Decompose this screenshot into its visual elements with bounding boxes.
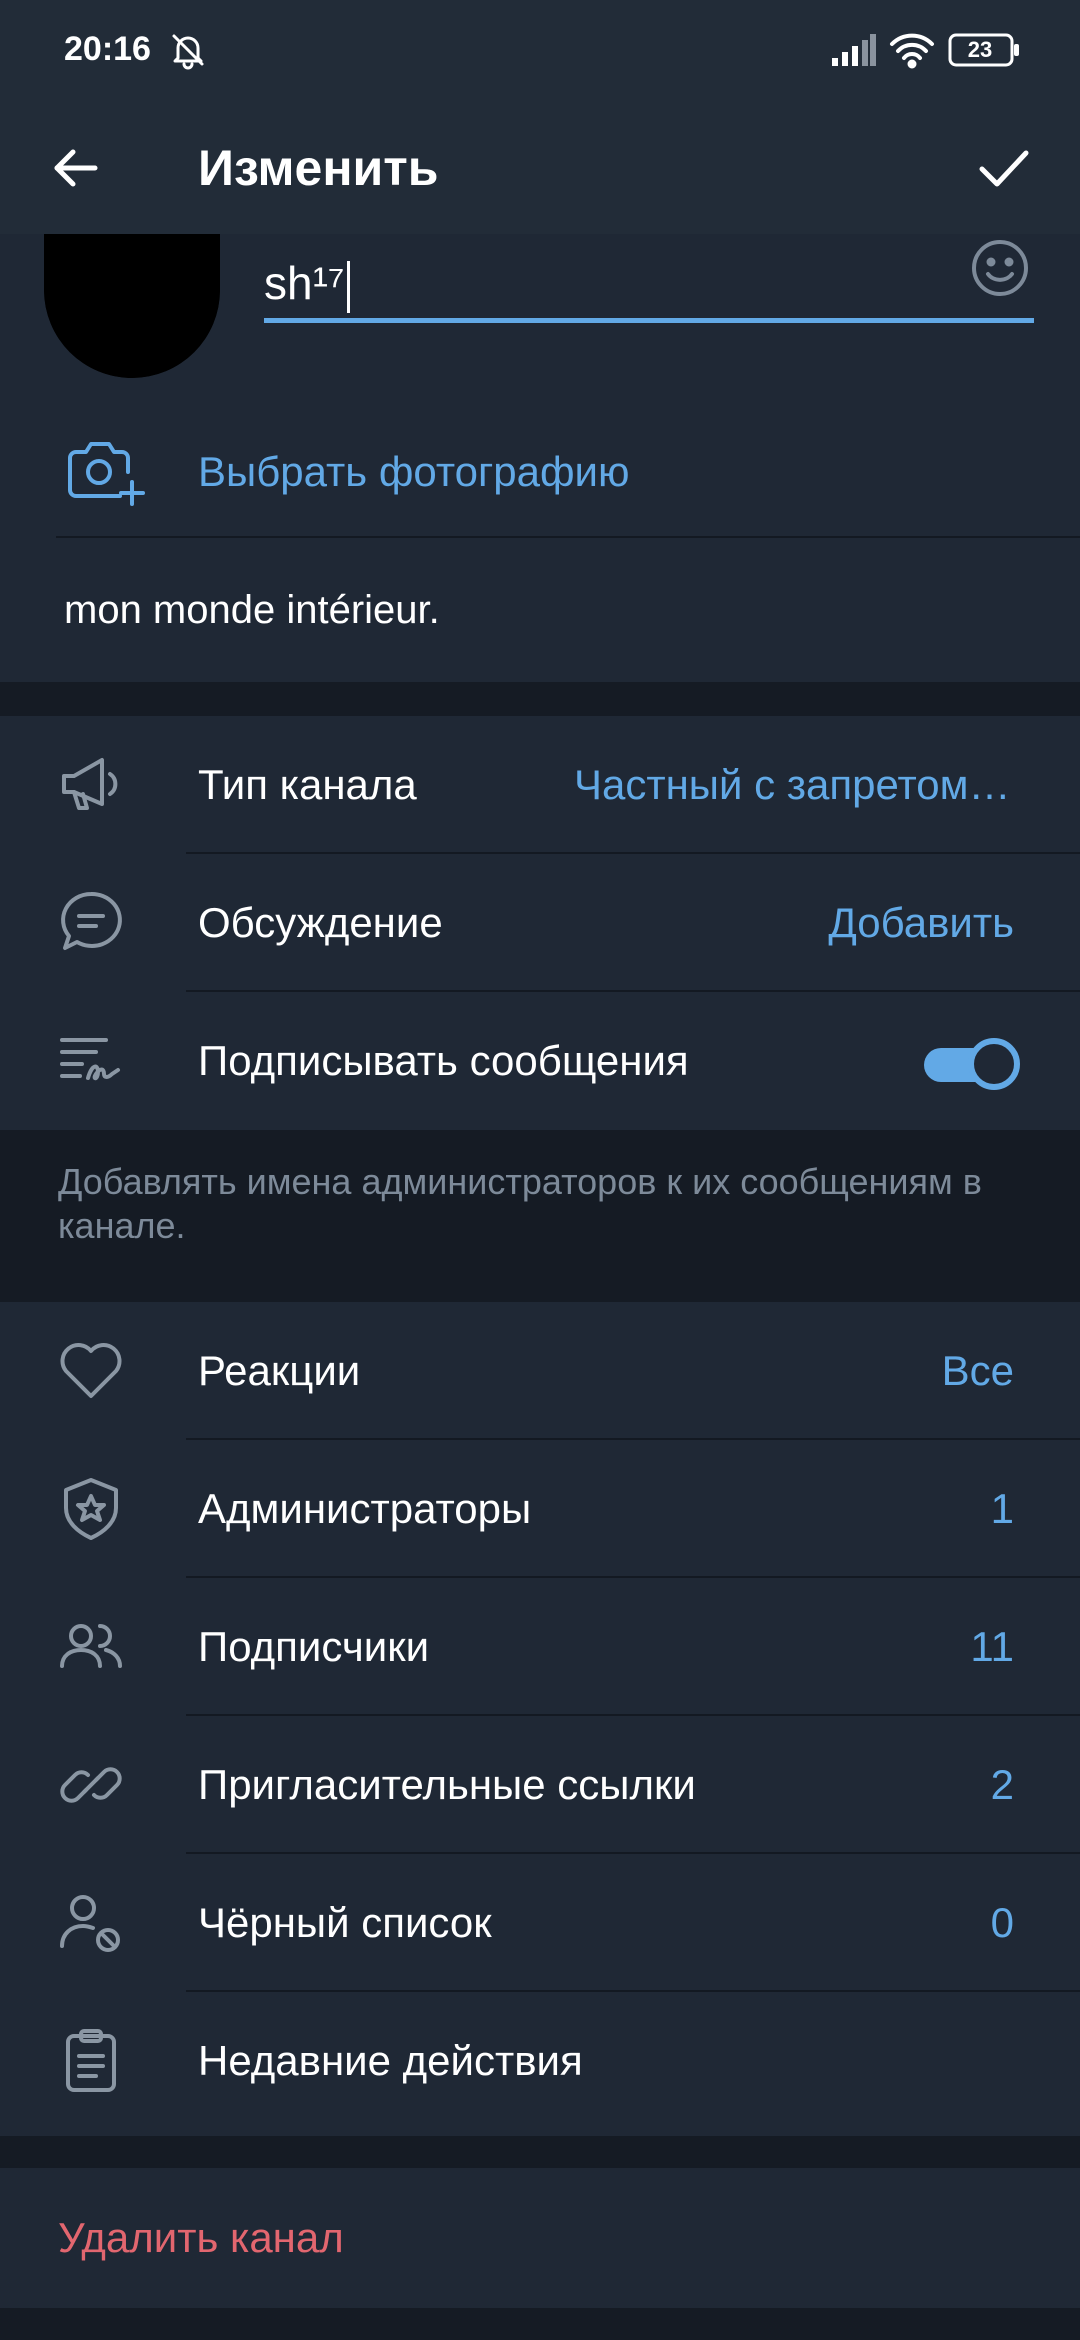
- name-input-underline: [264, 318, 1034, 323]
- invite-links-row[interactable]: Пригласительные ссылки 2: [0, 1716, 1080, 1854]
- signature-icon: [56, 1026, 126, 1096]
- blacklist-count: 0: [990, 1899, 1014, 1946]
- discussion-label: Обсуждение: [198, 899, 443, 946]
- link-icon: [56, 1750, 126, 1820]
- subscribers-count: 11: [970, 1623, 1014, 1670]
- battery-icon: 23: [948, 33, 1020, 67]
- chat-bubble-icon: [56, 888, 126, 958]
- discussion-row[interactable]: Обсуждение Добавить: [0, 854, 1080, 992]
- avatar[interactable]: [44, 234, 220, 378]
- page-title: Изменить: [198, 140, 439, 196]
- delete-channel-button[interactable]: Удалить канал: [0, 2168, 1080, 2308]
- administrators-count: 1: [990, 1485, 1014, 1532]
- administrators-label: Администраторы: [198, 1485, 532, 1532]
- edit-channel-screen: 20:16 23 Изменить sh¹⁷ Выбрать фотографи…: [0, 0, 1080, 2340]
- divider: [56, 536, 1080, 538]
- save-button[interactable]: [964, 128, 1044, 208]
- user-block-icon: [56, 1888, 126, 1958]
- channel-management-section: Реакции Все Администраторы 1 Подписчики …: [0, 1302, 1080, 2136]
- choose-photo-button[interactable]: Выбрать фотографию: [0, 404, 1080, 540]
- discussion-value: Добавить: [828, 899, 1014, 946]
- arrow-left-icon: [51, 143, 101, 193]
- reactions-row[interactable]: Реакции Все: [0, 1302, 1080, 1440]
- sign-messages-toggle[interactable]: [924, 1038, 1020, 1090]
- bell-off-icon: [168, 30, 208, 70]
- administrators-row[interactable]: Администраторы 1: [0, 1440, 1080, 1578]
- camera-add-icon: [66, 438, 146, 508]
- back-button[interactable]: [36, 128, 116, 208]
- channel-description-input[interactable]: mon monde intérieur.: [64, 540, 1044, 680]
- channel-name-input[interactable]: sh¹⁷: [264, 248, 1034, 318]
- status-time: 20:16: [64, 30, 151, 68]
- channel-type-label: Тип канала: [198, 761, 417, 808]
- channel-type-value: Частный с запретом копирования: [574, 761, 1014, 808]
- profile-section: sh¹⁷ Выбрать фотографию mon monde intéri…: [0, 234, 1080, 682]
- megaphone-icon: [56, 750, 126, 820]
- delete-channel-label: Удалить канал: [58, 2214, 344, 2261]
- blacklist-label: Чёрный список: [198, 1899, 492, 1946]
- status-bar: 20:16 23: [0, 0, 1080, 100]
- invite-links-count: 2: [990, 1761, 1014, 1808]
- reactions-value: Все: [941, 1347, 1014, 1394]
- check-icon: [977, 141, 1031, 195]
- shield-star-icon: [56, 1474, 126, 1544]
- app-bar: Изменить: [0, 100, 1080, 234]
- invite-links-label: Пригласительные ссылки: [198, 1761, 696, 1808]
- reactions-label: Реакции: [198, 1347, 361, 1394]
- channel-type-row[interactable]: Тип канала Частный с запретом копировани…: [0, 716, 1080, 854]
- heart-icon: [56, 1336, 126, 1406]
- sign-messages-hint: Добавлять имена администраторов к их соо…: [58, 1161, 982, 1246]
- clipboard-icon: [56, 2026, 126, 2096]
- users-icon: [56, 1612, 126, 1682]
- signal-icon: [830, 34, 876, 66]
- recent-actions-label: Недавние действия: [198, 2037, 583, 2084]
- channel-settings-section: Тип канала Частный с запретом копировани…: [0, 716, 1080, 1130]
- battery-level: 23: [967, 37, 993, 62]
- blacklist-row[interactable]: Чёрный список 0: [0, 1854, 1080, 1992]
- subscribers-label: Подписчики: [198, 1623, 430, 1670]
- smile-icon: [966, 234, 1034, 302]
- recent-actions-row[interactable]: Недавние действия: [0, 1992, 1080, 2130]
- choose-photo-label: Выбрать фотографию: [198, 448, 630, 495]
- sign-messages-label: Подписывать сообщения: [198, 1037, 689, 1084]
- subscribers-row[interactable]: Подписчики 11: [0, 1578, 1080, 1716]
- text-caret: [346, 260, 350, 313]
- emoji-button[interactable]: [966, 234, 1034, 302]
- channel-name-value: sh¹⁷: [264, 257, 345, 309]
- sign-messages-row[interactable]: Подписывать сообщения: [0, 992, 1080, 1130]
- wifi-icon: [888, 30, 936, 70]
